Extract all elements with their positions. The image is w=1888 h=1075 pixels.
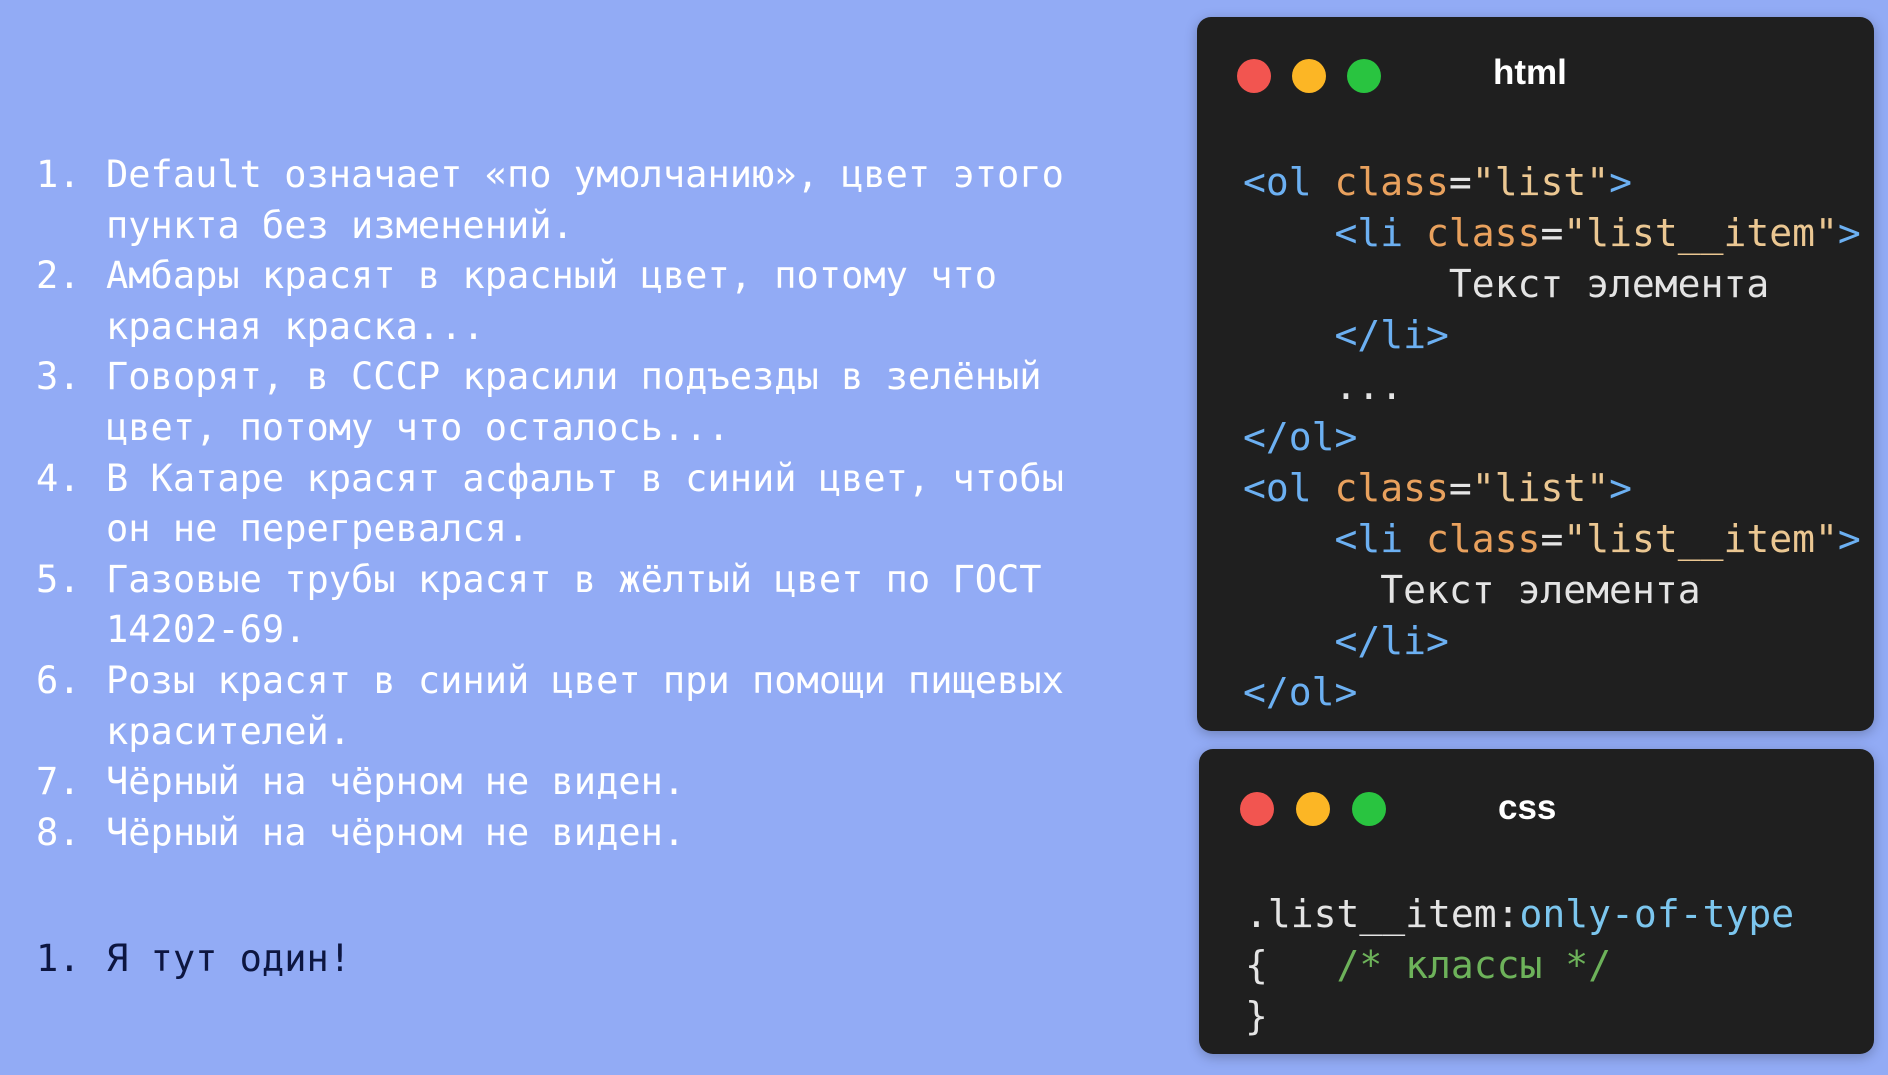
list-item: 5. Газовые трубы красят в жёлтый цвет по … — [36, 555, 1076, 656]
code-line: } — [1245, 994, 1268, 1038]
list-item-text: Амбары красят в красный цвет, потому что… — [106, 254, 998, 348]
close-dot-icon[interactable] — [1240, 792, 1274, 826]
list-item-number: 1. — [36, 153, 81, 196]
code-line: </li> — [1334, 619, 1449, 663]
demo-list-default: 1. Default означает «по умолчанию», цвет … — [36, 150, 1076, 858]
list-item: 4. В Катаре красят асфальт в синий цвет, … — [36, 454, 1076, 555]
code-line: <li class="list__item"> — [1334, 211, 1861, 255]
list-item-number: 4. — [36, 456, 81, 500]
html-code-window: html <ol class="list"> <li class="list__… — [1197, 17, 1874, 731]
code-line: Текст элемента — [1448, 262, 1770, 306]
code-line: <ol class="list"> — [1243, 160, 1632, 204]
code-line: <li class="list__item"> — [1334, 517, 1861, 561]
list-item-text: В Катаре красят асфальт в синий цвет, чт… — [106, 456, 1064, 551]
code-line: Текст элемента — [1380, 568, 1701, 612]
maximize-dot-icon[interactable] — [1347, 59, 1381, 93]
list-item: 7. Чёрный на чёрном не виден. — [36, 757, 1076, 808]
maximize-dot-icon[interactable] — [1352, 792, 1386, 826]
list-item: 1. Default означает «по умолчанию», цвет … — [36, 150, 1076, 251]
list-item-number: 1. — [36, 937, 81, 980]
list-item-text: Чёрный на чёрном не виден. — [106, 760, 686, 804]
demo-list-only-of-type: 1. Я тут один! — [36, 934, 1076, 985]
minimize-dot-icon[interactable] — [1296, 792, 1330, 826]
code-line: .list__item:only-of-type — [1245, 892, 1795, 936]
list-item-text: Default означает «по умолчанию», цвет эт… — [106, 153, 1064, 247]
list-item: 3. Говорят, в СССР красили подъезды в зел… — [36, 352, 1076, 453]
code-line: </ol> — [1243, 415, 1358, 459]
list-item-text: Говорят, в СССР красили подъезды в зелён… — [106, 355, 1042, 449]
list-item-number: 3. — [36, 355, 81, 399]
list-item-number: 7. — [36, 760, 81, 804]
close-dot-icon[interactable] — [1237, 59, 1271, 93]
window-titlebar: css — [1199, 749, 1874, 869]
list-item-number: 2. — [36, 254, 81, 298]
list-item-text: Чёрный на чёрном не виден. — [106, 810, 686, 854]
code-line: { /* классы */ — [1245, 943, 1612, 987]
minimize-dot-icon[interactable] — [1292, 59, 1326, 93]
window-title: css — [1498, 788, 1557, 827]
list-item-text: Я тут один! — [106, 937, 352, 980]
list-item: 6. Розы красят в синий цвет при помощи пи… — [36, 656, 1076, 757]
code-line: <ol class="list"> — [1243, 466, 1632, 510]
code-line: ... — [1334, 364, 1404, 408]
code-line: </li> — [1334, 313, 1449, 357]
list-item: 8. Чёрный на чёрном не виден. — [36, 808, 1076, 859]
list-item-text: Газовые трубы красят в жёлтый цвет по ГО… — [106, 557, 1042, 652]
window-titlebar: html — [1197, 17, 1874, 137]
list-item-number: 6. — [36, 658, 81, 702]
code-line: </ol> — [1243, 670, 1358, 714]
css-code-window: css .list__item:only-of-type { /* классы… — [1199, 749, 1874, 1054]
code-block: <ol class="list"> <li class="list__item"… — [1243, 157, 1861, 718]
code-block: .list__item:only-of-type { /* классы */ … — [1245, 889, 1794, 1042]
list-item-number: 5. — [36, 557, 81, 601]
list-item-text: Розы красят в синий цвет при помощи пище… — [106, 658, 1064, 753]
list-item-number: 8. — [36, 810, 81, 854]
list-item: 2. Амбары красят в красный цвет, потому ч… — [36, 251, 1076, 352]
list-item: 1. Я тут один! — [36, 934, 1076, 985]
window-title: html — [1493, 53, 1567, 92]
